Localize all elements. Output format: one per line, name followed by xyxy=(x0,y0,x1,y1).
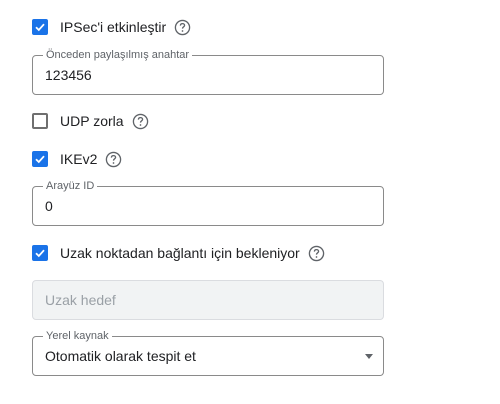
check-icon xyxy=(35,23,45,32)
ipsec-enable-label: IPSec'i etkinleştir xyxy=(60,19,167,35)
local-source-value[interactable]: Otomatik olarak tespit et xyxy=(45,337,196,375)
help-circle-icon[interactable] xyxy=(132,113,149,130)
psk-field[interactable]: Önceden paylaşılmış anahtar 123456 xyxy=(32,48,384,95)
psk-value[interactable]: 123456 xyxy=(45,56,92,94)
remote-target-placeholder: Uzak hedef xyxy=(45,292,116,308)
help-circle-icon[interactable] xyxy=(308,245,325,262)
ikev2-checkbox[interactable] xyxy=(32,151,48,167)
udp-force-row: UDP zorla xyxy=(32,111,149,131)
ikev2-row: IKEv2 xyxy=(32,149,122,169)
udp-force-label: UDP zorla xyxy=(60,113,124,129)
remote-target-field[interactable]: Uzak hedef xyxy=(32,280,384,320)
help-circle-icon[interactable] xyxy=(174,19,191,36)
check-icon xyxy=(35,249,45,258)
interface-id-value[interactable]: 0 xyxy=(45,187,53,225)
wait-remote-label: Uzak noktadan bağlantı için bekleniyor xyxy=(60,245,300,261)
check-icon xyxy=(35,155,45,164)
local-source-select[interactable]: Yerel kaynak Otomatik olarak tespit et xyxy=(32,329,384,376)
wait-remote-row: Uzak noktadan bağlantı için bekleniyor xyxy=(32,243,325,263)
help-circle-icon[interactable] xyxy=(105,151,122,168)
interface-id-field[interactable]: Arayüz ID 0 xyxy=(32,179,384,226)
ipsec-enable-checkbox[interactable] xyxy=(32,19,48,35)
dropdown-arrow-icon[interactable] xyxy=(365,354,373,359)
udp-force-checkbox[interactable] xyxy=(32,113,48,129)
ipsec-enable-row: IPSec'i etkinleştir xyxy=(32,17,191,37)
ikev2-label: IKEv2 xyxy=(60,151,98,167)
wait-remote-checkbox[interactable] xyxy=(32,245,48,261)
